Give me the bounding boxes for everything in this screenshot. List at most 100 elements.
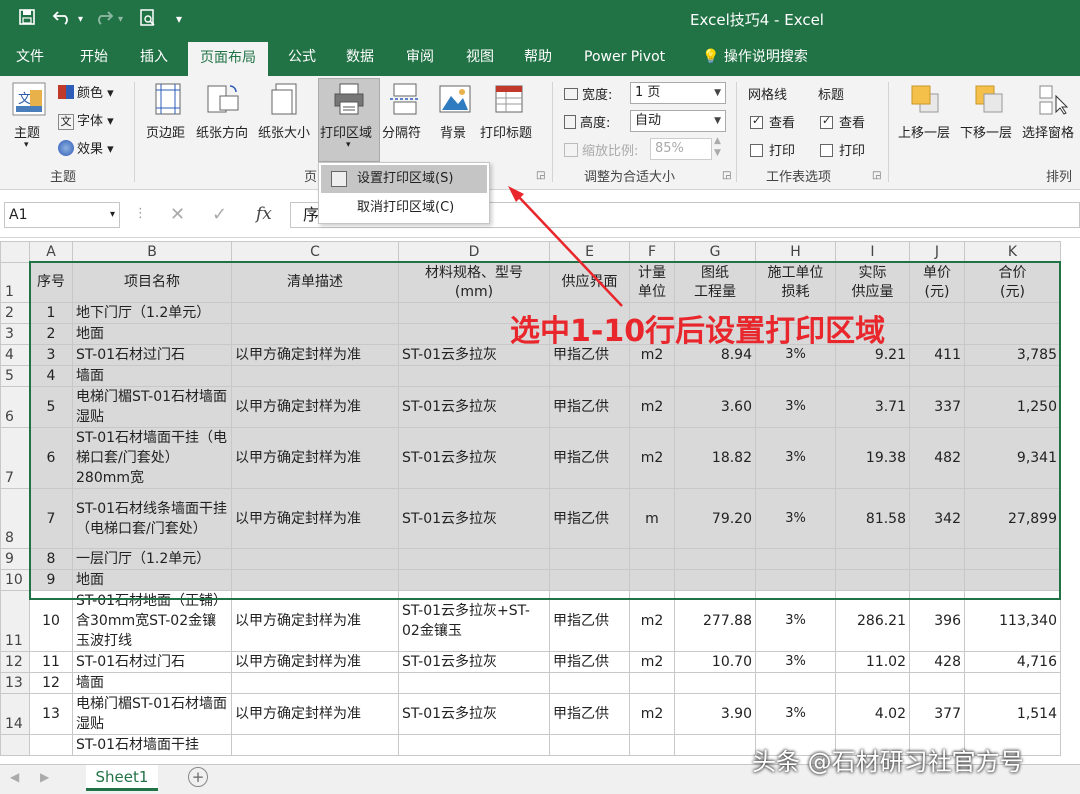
sheet-tab-sheet1[interactable]: Sheet1 (86, 765, 158, 791)
gridlines-view-checkbox[interactable]: 查看 (750, 112, 795, 131)
table-cell[interactable]: 11.02 (835, 651, 910, 673)
table-cell[interactable]: 甲指乙供 (549, 693, 630, 735)
background-button[interactable]: 背景 (440, 122, 466, 141)
breaks-button[interactable]: 分隔符 (382, 122, 421, 141)
tab-view[interactable]: 视图 (454, 38, 506, 76)
row-header[interactable]: 2 (0, 302, 30, 324)
table-cell[interactable]: 411 (909, 344, 965, 366)
table-cell[interactable]: 序号 (29, 262, 73, 303)
table-cell[interactable] (231, 569, 399, 591)
print-area-icon[interactable] (332, 82, 366, 116)
tab-formulas[interactable]: 公式 (276, 38, 328, 76)
table-cell[interactable] (964, 672, 1061, 694)
row-header[interactable]: 10 (0, 569, 30, 591)
table-cell[interactable]: 供应界面 (549, 262, 630, 303)
row-header[interactable]: 6 (0, 386, 30, 428)
table-cell[interactable]: 11 (29, 651, 73, 673)
table-cell[interactable]: 286.21 (835, 590, 910, 652)
table-cell[interactable]: 甲指乙供 (549, 488, 630, 549)
table-cell[interactable] (909, 548, 965, 570)
margins-button[interactable]: 页边距 (146, 122, 185, 141)
table-cell[interactable] (629, 548, 675, 570)
table-cell[interactable]: 4,716 (964, 651, 1061, 673)
row-header[interactable]: 5 (0, 365, 30, 387)
width-select[interactable]: 1 页 ▼ (630, 82, 726, 104)
table-cell[interactable]: 337 (909, 386, 965, 428)
table-cell[interactable] (909, 365, 965, 387)
table-cell[interactable] (755, 672, 836, 694)
table-cell[interactable]: 计量 单位 (629, 262, 675, 303)
table-cell[interactable]: ST-01云多拉灰 (398, 386, 550, 428)
orientation-button[interactable]: 纸张方向 (196, 122, 248, 141)
table-cell[interactable] (909, 569, 965, 591)
row-header[interactable]: 14 (0, 693, 30, 735)
table-cell[interactable]: 8 (29, 548, 73, 570)
table-cell[interactable]: 施工单位 损耗 (755, 262, 836, 303)
gridlines-print-checkbox[interactable]: 打印 (750, 140, 795, 159)
table-cell[interactable]: 113,340 (964, 590, 1061, 652)
table-cell[interactable]: ST-01云多拉灰 (398, 651, 550, 673)
column-header-d[interactable]: D (398, 241, 550, 263)
column-header-g[interactable]: G (674, 241, 756, 263)
column-header-c[interactable]: C (231, 241, 399, 263)
table-cell[interactable] (964, 569, 1061, 591)
tab-search[interactable]: 💡 操作说明搜索 (690, 38, 820, 76)
bring-forward-button[interactable]: 上移一层 (898, 122, 950, 141)
insert-function-icon[interactable]: fx (256, 204, 272, 224)
table-cell[interactable]: ST-01石材墙面干挂 (72, 734, 232, 756)
table-cell[interactable] (629, 569, 675, 591)
table-cell[interactable] (755, 548, 836, 570)
clear-print-area-item[interactable]: 取消打印区域(C) (321, 194, 487, 222)
orientation-icon[interactable] (206, 82, 240, 116)
table-cell[interactable]: 3,785 (964, 344, 1061, 366)
table-cell[interactable]: 地面 (72, 569, 232, 591)
theme-colors-button[interactable]: 颜色 ▾ (58, 82, 114, 101)
table-cell[interactable]: ST-01石材地面（正铺）含30mm宽ST-02金镶玉波打线 (72, 590, 232, 652)
table-cell[interactable]: ST-01石材墙面干挂（电梯口套/门套处）280mm宽 (72, 427, 232, 489)
table-cell[interactable] (674, 548, 756, 570)
enter-icon[interactable]: ✓ (212, 204, 227, 225)
table-cell[interactable]: 4.02 (835, 693, 910, 735)
size-button[interactable]: 纸张大小 (258, 122, 310, 141)
table-cell[interactable] (231, 734, 399, 756)
print-titles-icon[interactable] (492, 82, 526, 116)
table-cell[interactable]: 以甲方确定封样为准 (231, 386, 399, 428)
column-header-j[interactable]: J (909, 241, 965, 263)
table-cell[interactable]: ST-01石材过门石 (72, 344, 232, 366)
table-cell[interactable]: 5 (29, 386, 73, 428)
table-cell[interactable]: ST-01云多拉灰 (398, 693, 550, 735)
margins-icon[interactable] (152, 82, 186, 116)
table-cell[interactable]: 以甲方确定封样为准 (231, 651, 399, 673)
table-cell[interactable]: 以甲方确定封样为准 (231, 590, 399, 652)
theme-fonts-button[interactable]: 文字体 ▾ (58, 110, 114, 130)
table-cell[interactable]: 3% (755, 427, 836, 489)
column-header-a[interactable]: A (29, 241, 73, 263)
table-cell[interactable] (629, 672, 675, 694)
spin-up-icon[interactable]: ▲ (714, 136, 721, 146)
table-cell[interactable]: 7 (29, 488, 73, 549)
table-cell[interactable]: 3% (755, 488, 836, 549)
table-cell[interactable]: 甲指乙供 (549, 590, 630, 652)
table-cell[interactable]: 428 (909, 651, 965, 673)
column-header-k[interactable]: K (964, 241, 1061, 263)
row-header[interactable]: 9 (0, 548, 30, 570)
table-cell[interactable]: 6 (29, 427, 73, 489)
table-cell[interactable]: m (629, 488, 675, 549)
row-header[interactable]: 8 (0, 488, 30, 549)
table-cell[interactable] (835, 548, 910, 570)
column-header-f[interactable]: F (629, 241, 675, 263)
row-header[interactable]: 12 (0, 651, 30, 673)
selection-pane-icon[interactable] (1036, 82, 1070, 116)
name-box[interactable]: A1 ▾ (4, 202, 120, 228)
table-cell[interactable]: 实际 供应量 (835, 262, 910, 303)
table-cell[interactable]: 以甲方确定封样为准 (231, 488, 399, 549)
table-cell[interactable]: 1,250 (964, 386, 1061, 428)
table-cell[interactable]: m2 (629, 590, 675, 652)
table-cell[interactable]: 3% (755, 590, 836, 652)
table-cell[interactable]: 12 (29, 672, 73, 694)
table-cell[interactable] (549, 734, 630, 756)
row-header[interactable] (0, 734, 30, 756)
table-cell[interactable]: 3 (29, 344, 73, 366)
table-cell[interactable]: m2 (629, 693, 675, 735)
bring-forward-icon[interactable] (908, 82, 942, 116)
